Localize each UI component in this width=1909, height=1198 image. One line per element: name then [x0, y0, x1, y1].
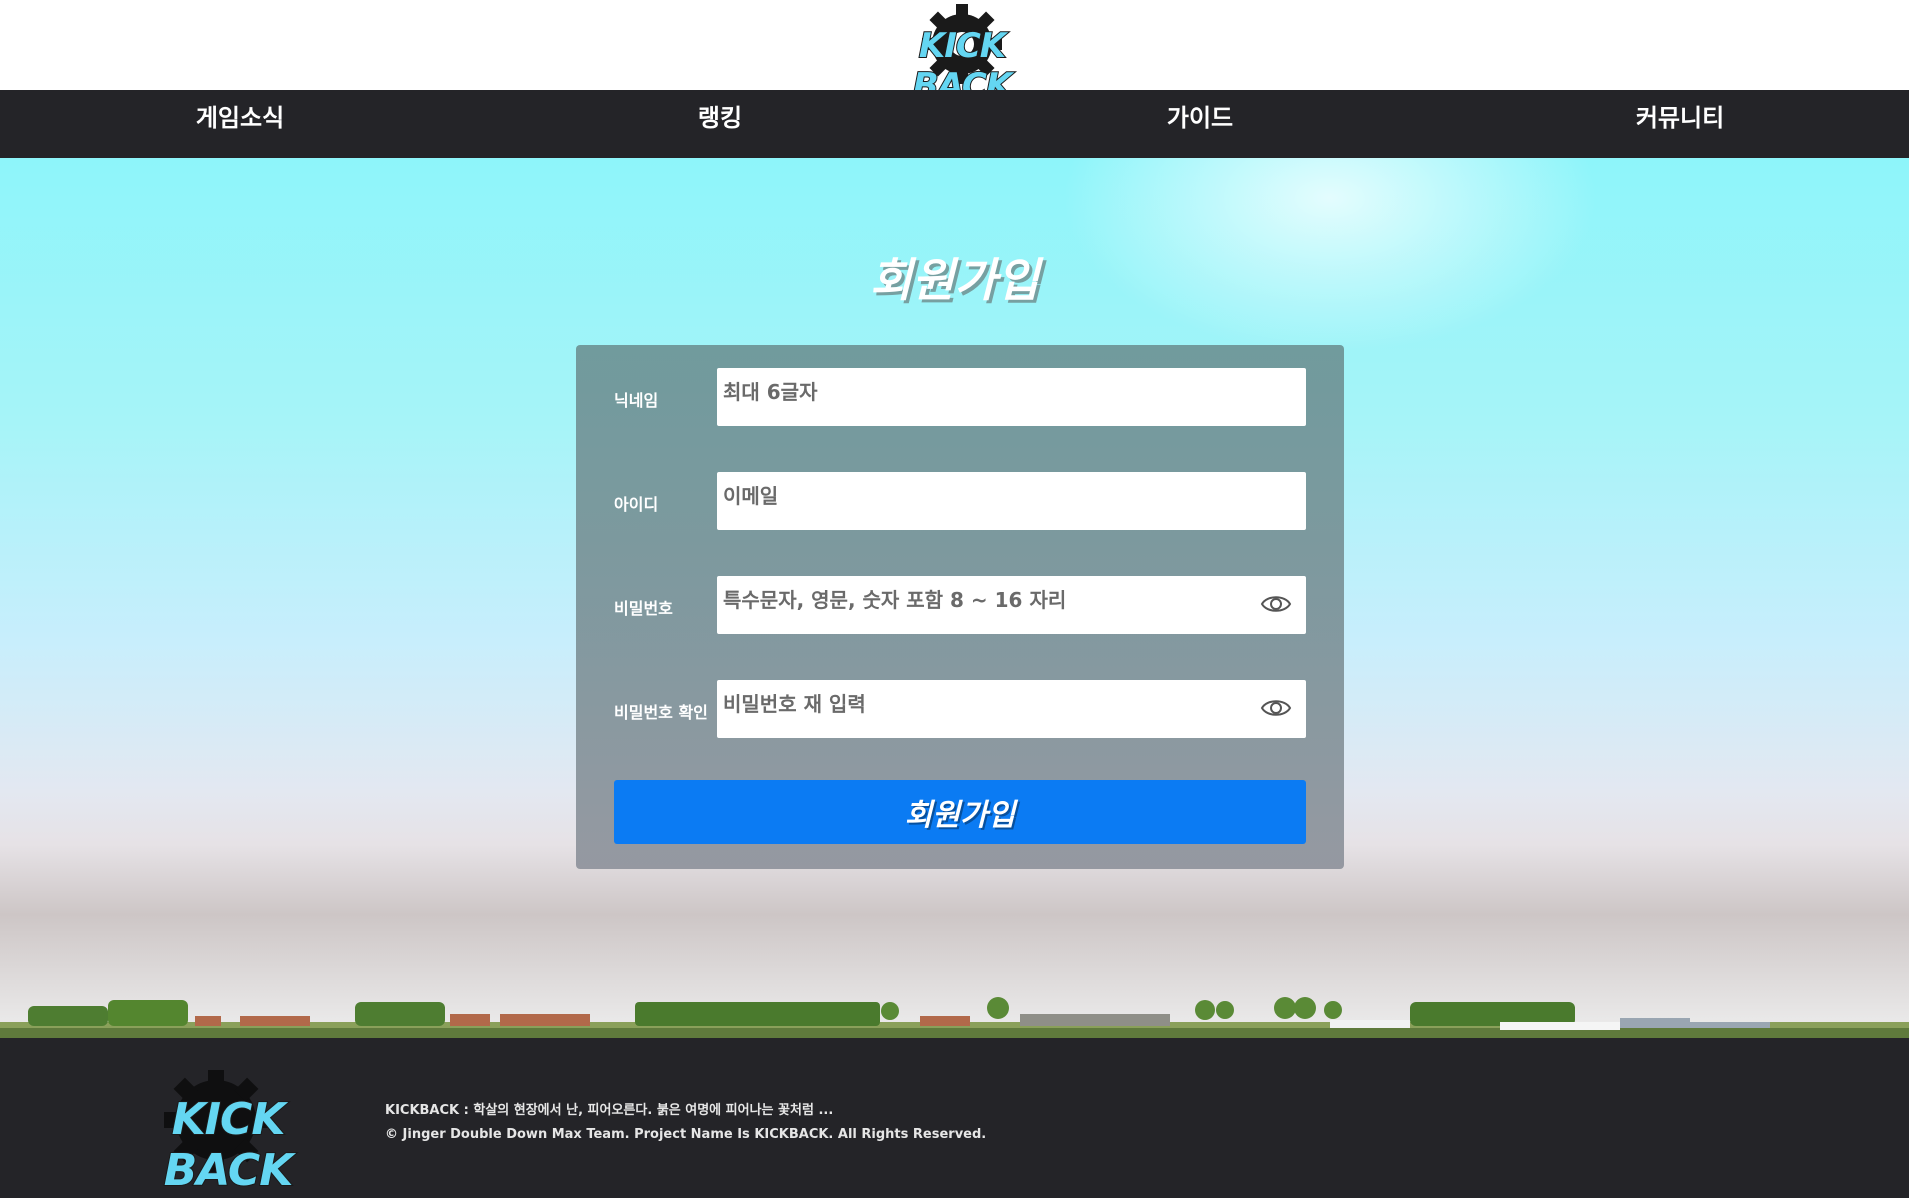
nickname-label: 닉네임	[614, 391, 659, 410]
email-input[interactable]	[717, 472, 1306, 530]
eye-icon[interactable]	[1260, 696, 1292, 720]
footer-copyright: © Jinger Double Down Max Team. Project N…	[385, 1127, 987, 1142]
footer-logo[interactable]: KICK BACK	[108, 1070, 348, 1197]
signup-hero: 회원가입 닉네임 아이디 비밀번호 비밀번호 확인 회원가입	[0, 158, 1909, 1038]
signup-submit-button[interactable]: 회원가입	[614, 780, 1306, 844]
nav-item-guide[interactable]: 가이드	[1128, 90, 1272, 146]
nav-item-game-news[interactable]: 게임소식	[168, 90, 312, 146]
id-field-wrapper	[717, 472, 1306, 530]
top-header: KICK BACK	[0, 0, 1909, 107]
page-title: 회원가입	[869, 253, 1040, 307]
kickback-logo[interactable]: KICK BACK	[870, 4, 1054, 107]
nickname-input[interactable]	[717, 368, 1306, 426]
password-confirm-field-wrapper	[717, 680, 1306, 738]
password-label: 비밀번호	[614, 599, 673, 618]
password-confirm-label: 비밀번호 확인	[614, 703, 708, 722]
footer-logo-text: KICK BACK	[163, 1093, 295, 1197]
signup-form: 닉네임 아이디 비밀번호 비밀번호 확인 회원가입	[576, 345, 1344, 869]
nav-item-ranking[interactable]: 랭킹	[648, 90, 792, 146]
password-confirm-input[interactable]	[717, 680, 1306, 738]
eye-icon[interactable]	[1260, 592, 1292, 616]
nickname-field-wrapper	[717, 368, 1306, 426]
password-input[interactable]	[717, 576, 1306, 634]
ground-scenery	[0, 997, 1909, 1038]
main-nav: 게임소식 랭킹 가이드 커뮤니티	[0, 90, 1909, 158]
footer: KICK BACK KICKBACK : 학살의 현장에서 난, 피어오른다. …	[0, 1038, 1909, 1198]
footer-tagline: KICKBACK : 학살의 현장에서 난, 피어오른다. 붉은 여명에 피어나…	[385, 1103, 834, 1118]
id-label: 아이디	[614, 495, 659, 514]
nav-item-community[interactable]: 커뮤니티	[1608, 90, 1752, 146]
password-field-wrapper	[717, 576, 1306, 634]
